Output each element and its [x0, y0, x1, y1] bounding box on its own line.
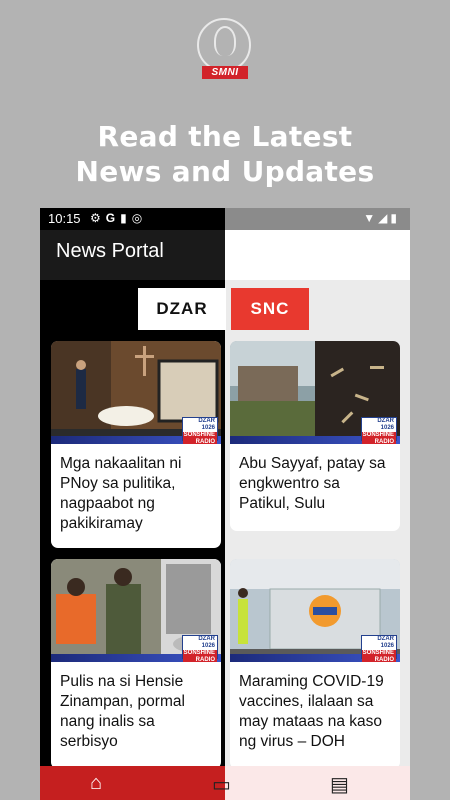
status-left-icons: ⚙G▮◎ [90, 211, 147, 225]
promo-headline-line2: News and Updates [75, 155, 375, 188]
news-title: Mga nakaalitan ni PNoy sa pulitika, nagp… [60, 455, 182, 532]
status-right-icons: ▼◢▮ [363, 211, 400, 225]
sdcard-icon: ▮ [120, 211, 132, 225]
logo-silhouette [214, 26, 236, 56]
news-card[interactable]: DZAR 1026 SONSHINE RADIO Pulis na si Hensi… [51, 559, 221, 769]
news-card[interactable]: DZAR 1026 SONSHINE RADIO Mga nakaalitan ni… [51, 341, 221, 548]
sync-icon: ◎ [131, 211, 148, 225]
tv-icon[interactable]: ▭ [212, 772, 231, 797]
news-title: Maraming COVID-19 vaccines, ilalaan sa m… [239, 673, 384, 750]
app-title: News Portal [56, 240, 164, 262]
news-thumbnail: DZAR 1026 SONSHINE RADIO [230, 341, 400, 444]
bottom-nav: ⌂ ▭ ▤ [40, 766, 410, 800]
news-thumbnail: DZAR 1026 SONSHINE RADIO [230, 559, 400, 662]
news-title: Pulis na si Hensie Zinampan, pormal nang… [60, 673, 185, 750]
smni-logo: SMNI [196, 18, 254, 80]
phone-screen: 10:15 ⚙G▮◎ ▼◢▮ News Portal DZAR SNC DZAR… [40, 208, 410, 800]
status-time: 10:15 [48, 211, 81, 226]
station-watermark: DZAR 1026 SONSHINE RADIO [182, 635, 218, 662]
gear-icon: ⚙ [90, 211, 106, 225]
news-thumbnail: DZAR 1026 SONSHINE RADIO [51, 341, 221, 444]
newspaper-icon[interactable]: ▤ [330, 772, 349, 797]
news-thumbnail: DZAR 1026 SONSHINE RADIO [51, 559, 221, 662]
station-watermark: DZAR 1026 SONSHINE RADIO [182, 417, 218, 444]
news-title: Abu Sayyaf, patay sa engkwentro sa Patik… [239, 455, 386, 512]
home-icon[interactable]: ⌂ [90, 772, 102, 795]
signal-icon: ◢ [378, 211, 391, 225]
battery-icon: ▮ [390, 211, 400, 225]
station-watermark: DZAR 1026 SONSHINE RADIO [361, 417, 397, 444]
wifi-icon: ▼ [363, 211, 379, 225]
logo-text: SMNI [202, 66, 248, 79]
tab-dzar[interactable]: DZAR [138, 288, 226, 330]
status-bar: 10:15 ⚙G▮◎ ▼◢▮ [40, 208, 410, 230]
google-icon: G [105, 211, 121, 225]
station-watermark: DZAR 1026 SONSHINE RADIO [361, 635, 397, 662]
tab-snc[interactable]: SNC [231, 288, 309, 330]
news-card[interactable]: DZAR 1026 SONSHINE RADIO Abu Sayyaf, patay… [230, 341, 400, 531]
news-card[interactable]: DZAR 1026 SONSHINE RADIO Maraming COVID-19… [230, 559, 400, 769]
promo-headline-line1: Read the Latest [97, 120, 353, 153]
